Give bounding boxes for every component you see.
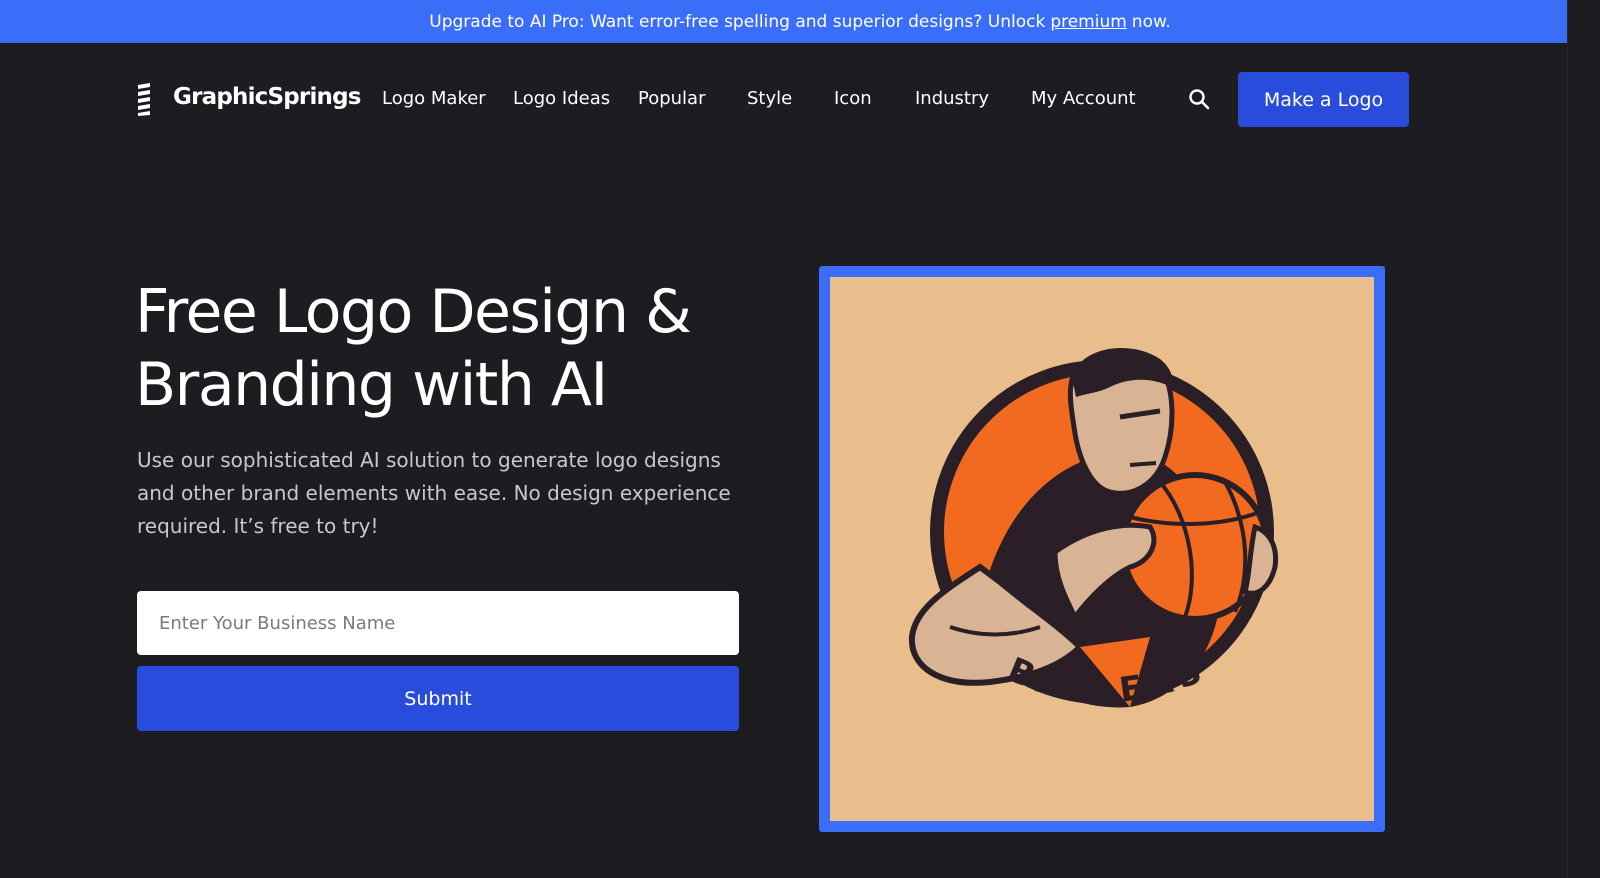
- business-name-input[interactable]: [137, 591, 739, 655]
- search-icon[interactable]: [1188, 88, 1210, 110]
- promo-banner: Upgrade to AI Pro: Want error-free spell…: [0, 0, 1600, 43]
- promo-text: Upgrade to AI Pro: Want error-free spell…: [429, 11, 1046, 32]
- hero-subtitle: Use our sophisticated AI solution to gen…: [137, 448, 731, 538]
- hero-title-line-2: Branding with AI: [135, 350, 608, 420]
- nav-logo-maker[interactable]: Logo Maker: [382, 88, 486, 109]
- submit-button[interactable]: Submit: [137, 666, 739, 731]
- ballers-logo-image: BALLERS: [830, 277, 1374, 821]
- basketball-player-illustration: BALLERS: [908, 347, 1279, 711]
- showcase-image-frame: BALLERS: [819, 266, 1385, 832]
- brand-logo-icon[interactable]: [137, 82, 151, 116]
- hero-title-line-1: Free Logo Design &: [135, 277, 692, 347]
- nav-icon[interactable]: Icon: [834, 88, 872, 109]
- nav-logo-ideas[interactable]: Logo Ideas: [513, 88, 610, 109]
- page-edge: [1567, 0, 1600, 878]
- nav-popular[interactable]: Popular: [638, 88, 706, 109]
- promo-text-end: now.: [1131, 11, 1171, 32]
- brand-name[interactable]: GraphicSprings: [173, 84, 361, 110]
- nav-my-account[interactable]: My Account: [1031, 88, 1136, 109]
- make-a-logo-button[interactable]: Make a Logo: [1238, 72, 1409, 127]
- nav-industry[interactable]: Industry: [915, 88, 989, 109]
- nav-style[interactable]: Style: [747, 88, 792, 109]
- hero-title: Free Logo Design & Branding with AI: [135, 276, 775, 422]
- premium-link[interactable]: premium: [1050, 12, 1126, 32]
